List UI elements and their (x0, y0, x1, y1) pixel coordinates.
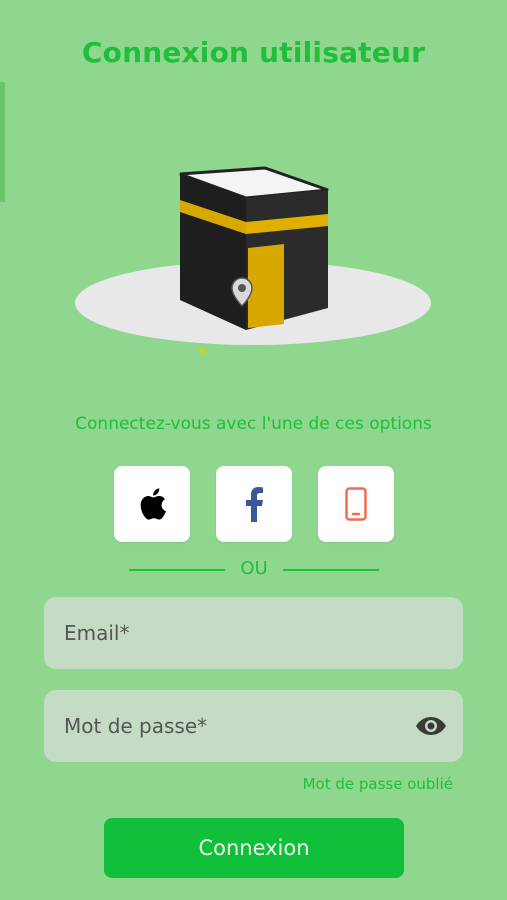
social-login-row (114, 466, 394, 542)
kaaba-illustration (60, 150, 450, 370)
login-button[interactable]: Connexion (104, 818, 404, 878)
facebook-icon (246, 487, 263, 522)
phone-login-button[interactable] (318, 466, 394, 542)
apple-login-button[interactable] (114, 466, 190, 542)
left-edge-tab[interactable] (0, 82, 5, 202)
email-field-container (44, 597, 463, 669)
phone-icon (345, 487, 367, 521)
password-field-container (44, 690, 463, 762)
forgot-password-link[interactable]: Mot de passe oublié (303, 775, 453, 793)
kaaba-door (248, 244, 284, 328)
facebook-login-button[interactable] (216, 466, 292, 542)
decor-dot (198, 347, 206, 355)
eye-icon[interactable] (415, 714, 447, 738)
apple-icon (140, 488, 166, 520)
social-login-prompt: Connectez-vous avec l'une de ces options (75, 414, 432, 434)
or-separator: OU (129, 558, 379, 582)
separator-line-right (283, 569, 379, 571)
password-field[interactable] (44, 690, 463, 762)
page-title: Connexion utilisateur (81, 36, 426, 69)
email-field[interactable] (44, 597, 463, 669)
